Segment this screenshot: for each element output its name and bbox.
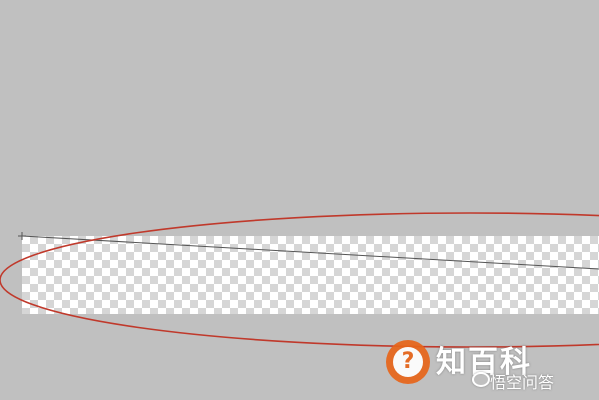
chat-bubble-icon <box>472 372 490 387</box>
question-mark-icon: ? <box>401 349 415 374</box>
guide-line <box>21 235 599 270</box>
watermark-badge: ? <box>386 340 430 384</box>
watermark: ? 知百科 悟空问答 <box>386 337 591 393</box>
image-canvas: ? 知百科 悟空问答 <box>0 0 599 400</box>
watermark-subtext: 悟空问答 <box>490 373 555 392</box>
highlight-ellipse <box>0 212 599 348</box>
